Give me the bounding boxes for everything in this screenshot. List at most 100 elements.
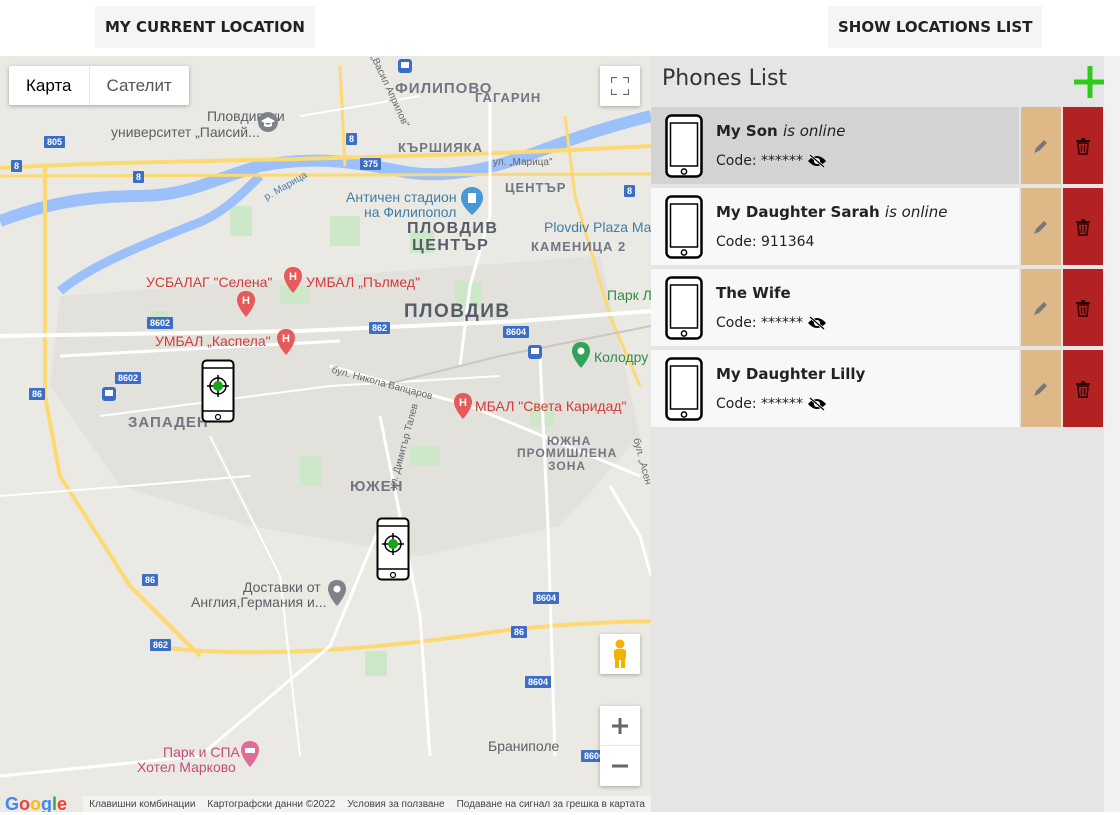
- phones-panel: Phones List My Son is online Code: ******…: [651, 56, 1106, 812]
- map-label-branipole: Браниполе: [488, 738, 560, 754]
- map-label-kolodrum: Колодру: [594, 349, 649, 365]
- phone-name-line: My Daughter Sarah is online: [716, 203, 947, 221]
- phone-icon: [665, 275, 703, 340]
- svg-text:H: H: [282, 333, 290, 345]
- map-label-gagarin: ГАГАРИН: [475, 90, 542, 105]
- hotel-pin-icon: [241, 741, 259, 767]
- add-phone-button[interactable]: [1072, 62, 1108, 102]
- phone-location-marker[interactable]: [201, 359, 235, 423]
- phone-name-line: My Son is online: [716, 122, 845, 140]
- phone-name-line: My Daughter Lilly: [716, 365, 865, 383]
- phone-name: My Son: [716, 122, 778, 140]
- google-logo[interactable]: Google: [5, 794, 67, 813]
- phone-code-value: ******: [761, 315, 804, 331]
- map-label-plovdiv-tsentar-2: ЦЕНТЪР: [412, 237, 490, 254]
- trash-icon: [1076, 218, 1090, 236]
- eye-slash-icon[interactable]: [807, 397, 827, 411]
- phone-icon: [665, 194, 703, 259]
- trash-icon: [1076, 380, 1090, 398]
- pencil-icon: [1034, 220, 1047, 234]
- phone-status: is online: [782, 122, 846, 140]
- phone-info: My Daughter Lilly Code: ******: [716, 365, 865, 412]
- road-shield: 8: [624, 185, 636, 197]
- pegman-icon: [614, 639, 626, 668]
- svg-text:H: H: [242, 295, 250, 307]
- eye-slash-icon[interactable]: [807, 154, 827, 168]
- road-shield: 805: [44, 136, 66, 148]
- map-label-karshiyaka: КЪРШИЯКА: [398, 140, 483, 155]
- place-pin-icon: [328, 580, 346, 606]
- svg-text:H: H: [289, 271, 297, 283]
- phone-card[interactable]: My Son is online Code: ******: [651, 107, 1019, 184]
- plus-icon: [1074, 66, 1106, 98]
- map-label-yuzhna-2: ПРОМИШЛЕНА: [517, 446, 618, 460]
- delete-phone-button[interactable]: [1063, 269, 1103, 346]
- fullscreen-icon: [611, 77, 629, 95]
- road-shield: 375: [360, 158, 382, 170]
- keyboard-shortcuts-link[interactable]: Клавишни комбинации: [83, 799, 201, 810]
- phone-code-label: Code:: [716, 153, 757, 169]
- phone-card[interactable]: The Wife Code: ******: [651, 269, 1019, 346]
- map-label-dostavki-2: Англия,Германия и...: [191, 594, 327, 610]
- map-type-satellite-button[interactable]: Сателит: [90, 66, 189, 105]
- phone-location-marker[interactable]: [376, 517, 410, 581]
- map-label-road-maritsa-st: ул. „Марица": [493, 157, 553, 168]
- edit-phone-button[interactable]: [1021, 350, 1061, 427]
- map-label-tsentar: ЦЕНТЪР: [505, 180, 567, 195]
- map-view[interactable]: ФИЛИПОВО ГАГАРИН КЪРШИЯКА ЦЕНТЪР ПЛОВДИВ…: [0, 56, 651, 812]
- road-shield: 8: [133, 171, 145, 183]
- bus-stop-icon: [102, 387, 116, 401]
- phone-name: The Wife: [716, 284, 791, 302]
- map-label-palmed: УМБАЛ „Пълмед": [306, 274, 421, 290]
- road-shield: 862: [150, 639, 172, 651]
- phone-row: My Daughter Lilly Code: ******: [651, 350, 1104, 427]
- map-type-map-button[interactable]: Карта: [9, 66, 90, 105]
- delete-phone-button[interactable]: [1063, 188, 1103, 265]
- trash-icon: [1076, 299, 1090, 317]
- map-label-hotel-2: Хотел Марково: [137, 759, 236, 775]
- show-locations-list-button[interactable]: SHOW LOCATIONS LIST: [828, 6, 1043, 48]
- zoom-out-button[interactable]: [600, 746, 640, 786]
- pencil-icon: [1034, 301, 1047, 315]
- street-view-button[interactable]: [600, 634, 640, 674]
- hospital-pin-icon: H: [277, 329, 295, 355]
- my-current-location-button[interactable]: MY CURRENT LOCATION: [95, 6, 315, 48]
- pencil-icon: [1034, 382, 1047, 396]
- road-shield: 86: [29, 388, 46, 400]
- edit-phone-button[interactable]: [1021, 107, 1061, 184]
- map-data-text: Картографски данни ©2022: [207, 798, 336, 810]
- phone-info: My Son is online Code: ******: [716, 122, 845, 169]
- map-label-stadium-1: Античен стадион: [346, 189, 457, 205]
- road-shield: 8604: [525, 676, 552, 688]
- map-label-kaspela: УМБАЛ „Каспела": [155, 333, 271, 349]
- phone-card[interactable]: My Daughter Sarah is online Code: 911364: [651, 188, 1019, 265]
- road-shield: 8604: [503, 326, 530, 338]
- report-error-link[interactable]: Подаване на сигнал за грешка в картата: [451, 799, 651, 810]
- terms-link[interactable]: Условия за ползване: [341, 799, 450, 810]
- map-label-zapaden: ЗАПАДЕН: [128, 414, 209, 431]
- edit-phone-button[interactable]: [1021, 188, 1061, 265]
- delete-phone-button[interactable]: [1063, 350, 1103, 427]
- university-icon: [258, 112, 278, 132]
- phone-code-label: Code:: [716, 234, 757, 250]
- phone-code-line: Code: ******: [716, 153, 845, 169]
- phone-card[interactable]: My Daughter Lilly Code: ******: [651, 350, 1019, 427]
- map-label-plovdiv-tsentar-1: ПЛОВДИВ: [407, 220, 499, 237]
- pencil-icon: [1034, 139, 1047, 153]
- plus-icon: [612, 717, 628, 734]
- map-label-park-l: Парк Л: [607, 287, 651, 303]
- phone-icon: [665, 113, 703, 178]
- zoom-in-button[interactable]: [600, 706, 640, 746]
- eye-slash-icon[interactable]: [807, 316, 827, 330]
- fullscreen-button[interactable]: [600, 66, 640, 106]
- phone-row: My Son is online Code: ******: [651, 107, 1104, 184]
- map-label-selena: УСБАЛАГ "Селена": [146, 274, 273, 290]
- edit-phone-button[interactable]: [1021, 269, 1061, 346]
- phone-code-line: Code: 911364: [716, 234, 947, 250]
- map-label-kamenitsa: КАМЕНИЦА 2: [531, 239, 627, 254]
- hospital-pin-icon: H: [284, 267, 302, 293]
- scrollbar[interactable]: [1104, 56, 1120, 812]
- delete-phone-button[interactable]: [1063, 107, 1103, 184]
- landmark-pin-icon: [461, 187, 483, 215]
- map-label-hotel-1: Парк и СПА: [163, 744, 240, 760]
